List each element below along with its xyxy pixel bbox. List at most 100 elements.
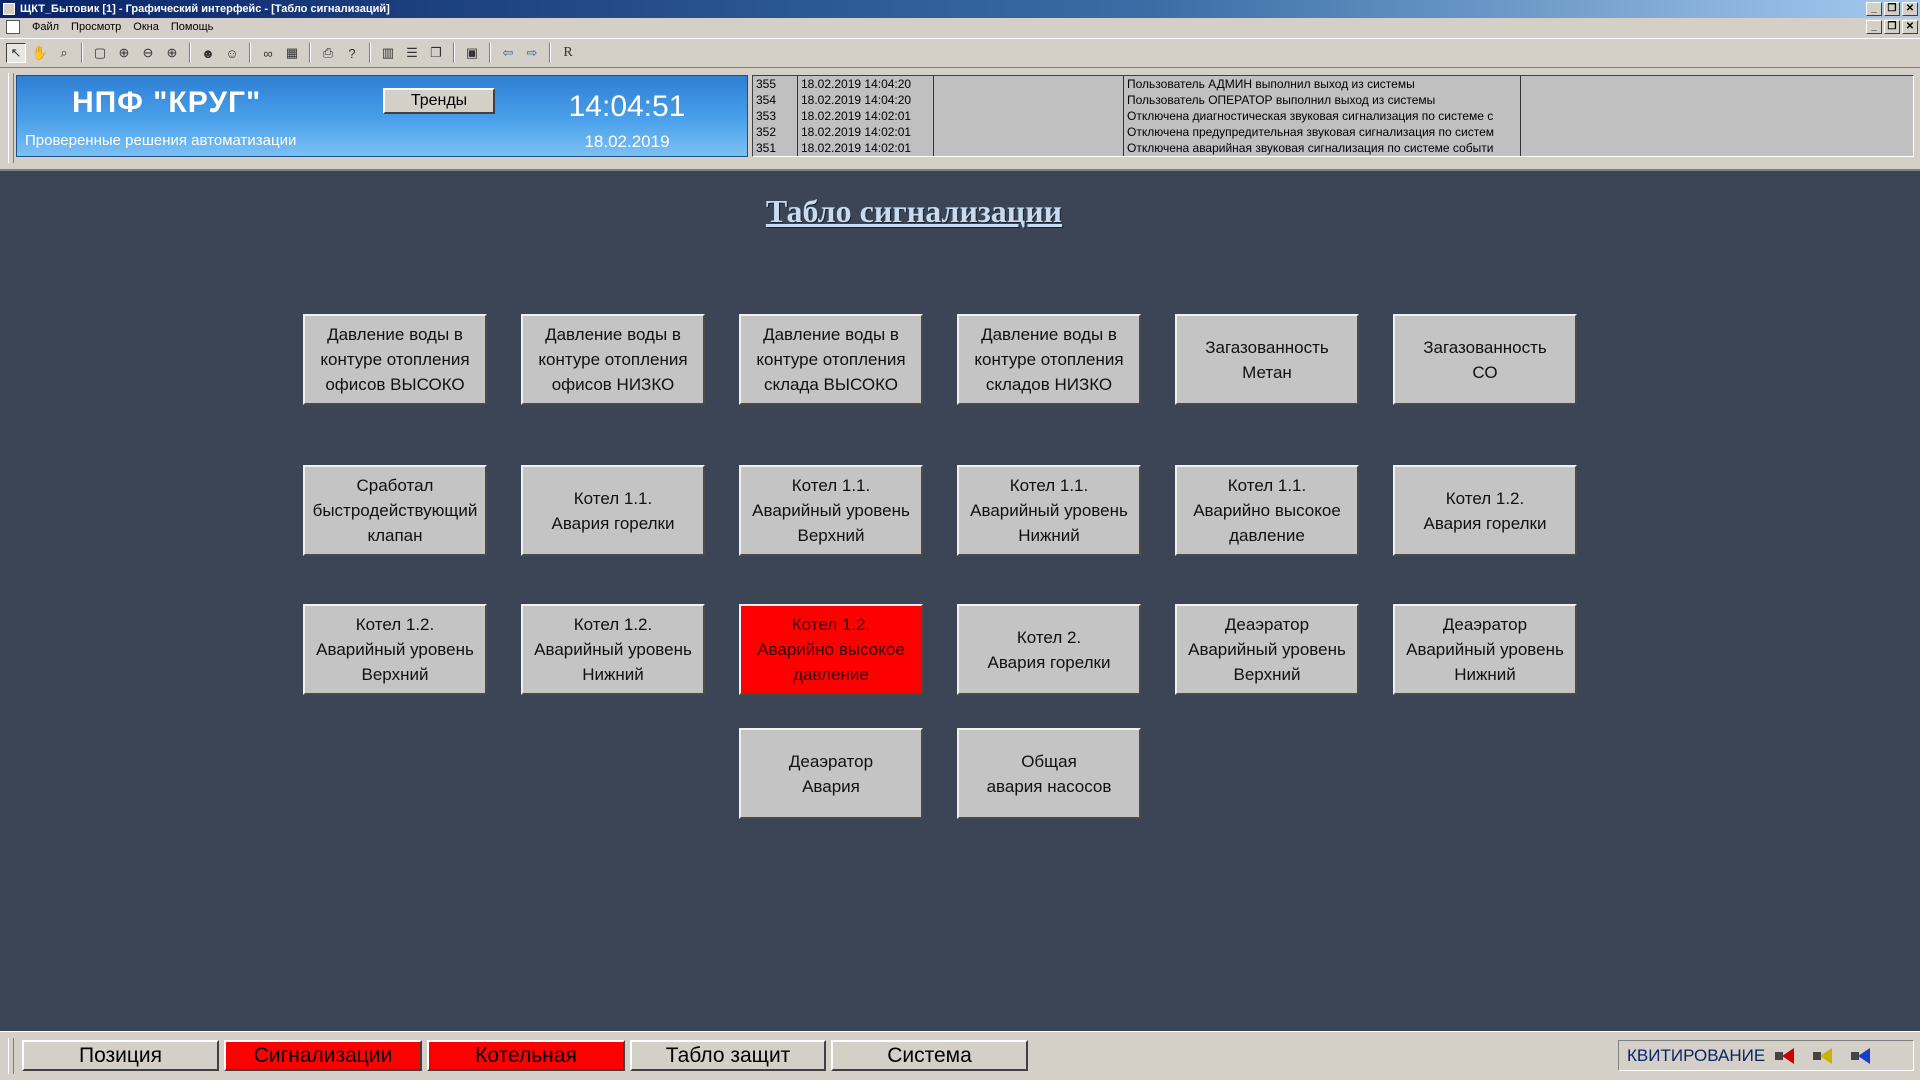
company-name: НПФ "КРУГ" bbox=[72, 86, 262, 119]
layout-rows-icon[interactable]: ☰ bbox=[402, 43, 422, 63]
alarm-tile[interactable]: Деаэратор Авария bbox=[739, 728, 923, 819]
alarm-speaker-icon[interactable] bbox=[1775, 1047, 1797, 1064]
event-id: 352 bbox=[753, 124, 798, 140]
menu-windows[interactable]: Окна bbox=[127, 18, 165, 37]
menu-help[interactable]: Помощь bbox=[165, 18, 220, 37]
alarm-tile[interactable]: Котел 1.2. Авария горелки bbox=[1393, 465, 1577, 556]
alarm-tile[interactable]: Загазованность СО bbox=[1393, 314, 1577, 405]
document-icon[interactable] bbox=[6, 20, 20, 34]
toolbar-separator bbox=[549, 43, 551, 63]
event-id: 354 bbox=[753, 92, 798, 108]
alarm-tile[interactable]: Котел 1.2. Аварийный уровень Верхний bbox=[303, 604, 487, 695]
event-row[interactable]: 355 18.02.2019 14:04:20 Пользователь АДМИН… bbox=[753, 76, 1913, 92]
event-time: 18.02.2019 14:02:01 bbox=[798, 108, 934, 124]
layout-columns-icon[interactable]: ▥ bbox=[378, 43, 398, 63]
calculator-icon[interactable]: ▦ bbox=[282, 43, 302, 63]
trends-button[interactable]: Тренды bbox=[383, 88, 495, 114]
toolbar-separator bbox=[453, 43, 455, 63]
nav-position-button[interactable]: Позиция bbox=[22, 1040, 219, 1071]
alarm-tile[interactable]: Котел 2. Авария горелки bbox=[957, 604, 1141, 695]
acknowledge-panel: КВИТИРОВАНИЕ bbox=[1618, 1040, 1914, 1071]
bottom-navigation: Позиция Сигнализации Котельная Табло защит С… bbox=[0, 1031, 1920, 1080]
panel-grip[interactable] bbox=[8, 73, 14, 163]
magnifier-icon[interactable]: ⌕ bbox=[54, 43, 74, 63]
warning-speaker-icon[interactable] bbox=[1813, 1047, 1835, 1064]
cascade-windows-icon[interactable]: ❐ bbox=[426, 43, 446, 63]
toolbar-separator bbox=[189, 43, 191, 63]
menu-file[interactable]: Файл bbox=[26, 18, 65, 37]
alarm-tile[interactable]: Деаэратор Аварийный уровень Верхний bbox=[1175, 604, 1359, 695]
toolbar: ↖ ✋ ⌕ ▢ ⊕ ⊖ ⊕ ☻ ☺ ∞ ▦ ⎙ ? ▥ ☰ ❐ ▣ ⇦ ⇨ R bbox=[0, 38, 1920, 68]
event-spacer bbox=[934, 140, 1124, 156]
page-title: Табло сигнализации bbox=[765, 193, 1063, 229]
event-row[interactable]: 351 18.02.2019 14:02:01 Отключена аварийна… bbox=[753, 140, 1913, 156]
monitor-icon[interactable]: ▣ bbox=[462, 43, 482, 63]
help-icon[interactable]: ? bbox=[342, 43, 362, 63]
alarm-tile[interactable]: Котел 1.2. Аварийно высокое давление bbox=[739, 604, 923, 695]
header-panel: НПФ "КРУГ" Проверенные решения автоматиз… bbox=[0, 69, 1920, 169]
select-pointer-icon[interactable]: ↖ bbox=[6, 43, 26, 63]
alarm-tile[interactable]: Загазованность Метан bbox=[1175, 314, 1359, 405]
event-time: 18.02.2019 14:02:01 bbox=[798, 140, 934, 156]
alarm-tile[interactable]: Деаэратор Аварийный уровень Нижний bbox=[1393, 604, 1577, 695]
acknowledge-button[interactable]: КВИТИРОВАНИЕ bbox=[1627, 1046, 1765, 1066]
close-button[interactable]: ✕ bbox=[1902, 2, 1918, 16]
users-icon[interactable]: ☻ bbox=[198, 43, 218, 63]
window-title-bar: ЩКТ_Бытовик [1] - Графический интерфейс … bbox=[0, 0, 1920, 18]
event-row[interactable]: 352 18.02.2019 14:02:01 Отключена предупре… bbox=[753, 124, 1913, 140]
alarm-tile[interactable]: Котел 1.2. Аварийный уровень Нижний bbox=[521, 604, 705, 695]
toolbar-separator bbox=[81, 43, 83, 63]
alarm-tile[interactable]: Котел 1.1. Аварийный уровень Нижний bbox=[957, 465, 1141, 556]
r-button[interactable]: R bbox=[558, 43, 578, 63]
event-row[interactable]: 353 18.02.2019 14:02:01 Отключена диагност… bbox=[753, 108, 1913, 124]
arrow-back-icon[interactable]: ⇦ bbox=[498, 43, 518, 63]
event-id: 353 bbox=[753, 108, 798, 124]
brand-banner: НПФ "КРУГ" Проверенные решения автоматиз… bbox=[16, 75, 748, 157]
zoom-fit-icon[interactable]: ⊕ bbox=[114, 43, 134, 63]
user-logout-icon[interactable]: ☺ bbox=[222, 43, 242, 63]
menu-bar: Файл Просмотр Окна Помощь _ ❐ ✕ bbox=[0, 18, 1920, 37]
print-icon[interactable]: ⎙ bbox=[318, 43, 338, 63]
nav-system-button[interactable]: Система bbox=[831, 1040, 1028, 1071]
alarm-tile[interactable]: Давление воды в контуре отопления склада… bbox=[739, 314, 923, 405]
event-row[interactable]: 354 18.02.2019 14:04:20 Пользователь ОПЕРА… bbox=[753, 92, 1913, 108]
child-restore-button[interactable]: ❐ bbox=[1884, 20, 1900, 34]
pan-hand-icon[interactable]: ✋ bbox=[30, 43, 50, 63]
diagnostic-speaker-icon[interactable] bbox=[1851, 1047, 1873, 1064]
zoom-1-1-icon[interactable]: ▢ bbox=[90, 43, 110, 63]
alarm-tile[interactable]: Давление воды в контуре отопления офисов… bbox=[303, 314, 487, 405]
event-time: 18.02.2019 14:02:01 bbox=[798, 124, 934, 140]
event-id: 355 bbox=[753, 76, 798, 92]
alarm-tile[interactable]: Котел 1.1. Аварийный уровень Верхний bbox=[739, 465, 923, 556]
restore-button[interactable]: ❐ bbox=[1884, 2, 1900, 16]
event-time: 18.02.2019 14:04:20 bbox=[798, 76, 934, 92]
child-close-button[interactable]: ✕ bbox=[1902, 20, 1918, 34]
event-spacer bbox=[934, 108, 1124, 124]
alarm-tile[interactable]: Общая авария насосов bbox=[957, 728, 1141, 819]
nav-alarms-button[interactable]: Сигнализации bbox=[224, 1040, 422, 1071]
event-message: Пользователь ОПЕРАТОР выполнил выход из … bbox=[1124, 92, 1521, 108]
event-spacer bbox=[934, 92, 1124, 108]
menu-view[interactable]: Просмотр bbox=[65, 18, 127, 37]
alarm-tile[interactable]: Сработал быстродействующий клапан bbox=[303, 465, 487, 556]
zoom-in-icon[interactable]: ⊕ bbox=[162, 43, 182, 63]
toolbar-separator bbox=[369, 43, 371, 63]
binoculars-icon[interactable]: ∞ bbox=[258, 43, 278, 63]
alarm-tile[interactable]: Давление воды в контуре отопления офисов… bbox=[521, 314, 705, 405]
event-message: Отключена диагностическая звуковая сигна… bbox=[1124, 108, 1521, 124]
alarm-tile[interactable]: Давление воды в контуре отопления складо… bbox=[957, 314, 1141, 405]
arrow-forward-icon[interactable]: ⇨ bbox=[522, 43, 542, 63]
event-message: Отключена аварийная звуковая сигнализаци… bbox=[1124, 140, 1521, 156]
minimize-button[interactable]: _ bbox=[1866, 2, 1882, 16]
event-time: 18.02.2019 14:04:20 bbox=[798, 92, 934, 108]
alarm-tile[interactable]: Котел 1.1. Аварийно высокое давление bbox=[1175, 465, 1359, 556]
toolbar-separator bbox=[309, 43, 311, 63]
zoom-out-icon[interactable]: ⊖ bbox=[138, 43, 158, 63]
panel-grip[interactable] bbox=[8, 1038, 14, 1074]
alarm-board: Табло сигнализации Давление воды в конту… bbox=[0, 169, 1920, 1031]
nav-protection-board-button[interactable]: Табло защит bbox=[630, 1040, 826, 1071]
child-minimize-button[interactable]: _ bbox=[1866, 20, 1882, 34]
event-log[interactable]: 355 18.02.2019 14:04:20 Пользователь АДМИН… bbox=[752, 75, 1914, 157]
nav-boiler-button[interactable]: Котельная bbox=[427, 1040, 625, 1071]
alarm-tile[interactable]: Котел 1.1. Авария горелки bbox=[521, 465, 705, 556]
